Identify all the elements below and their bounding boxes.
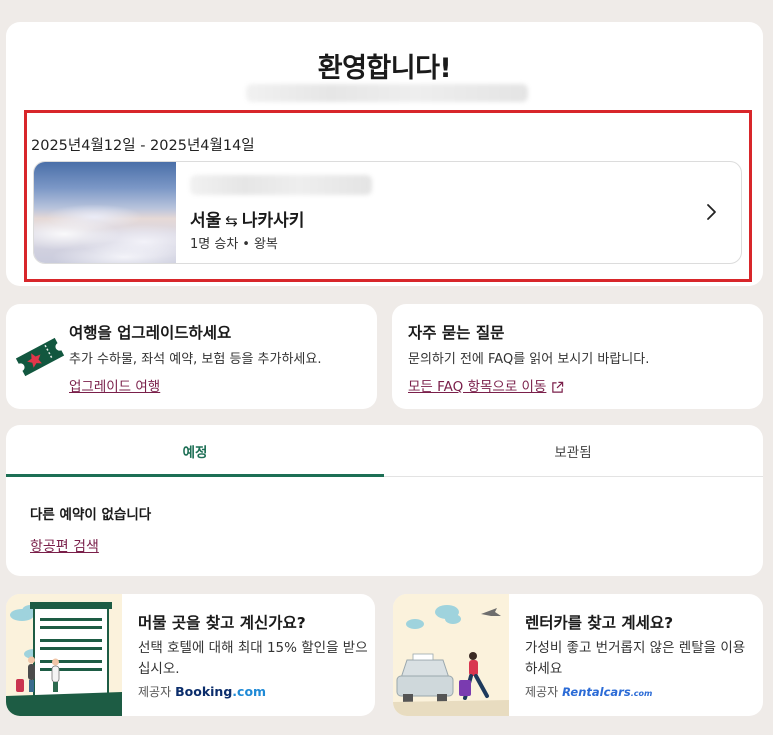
rental-promo-title: 렌터카를 찾고 계세요? (525, 614, 674, 632)
redacted-user-name (246, 84, 528, 102)
rental-promo-description: 가성비 좋고 번거롭지 않은 렌탈을 이용하세요 (525, 640, 746, 677)
trip-destination: 나카사키 (241, 211, 305, 231)
rentalcars-logo: Rentalcars.com (562, 685, 653, 699)
tab-upcoming[interactable]: 예정 (6, 425, 384, 477)
faq-link-wrapper[interactable]: 모든 FAQ 항목으로 이동 (408, 375, 564, 395)
trip-type: 왕복 (253, 237, 278, 252)
trip-cover-image (34, 162, 176, 263)
upgrade-title: 여행을 업그레이드하세요 (69, 324, 232, 342)
welcome-title: 환영합니다! (317, 53, 452, 84)
trip-dates: 2025년4월12일 - 2025년4월14일 (31, 138, 255, 154)
rental-promo-card[interactable]: 렌터카를 찾고 계세요? 가성비 좋고 번거롭지 않은 렌탈을 이용하세요 제공… (393, 594, 763, 716)
hotel-promo-description: 선택 호텔에 대해 최대 15% 할인을 받으십시오. (138, 640, 368, 677)
bookings-card: 예정 보관됨 다른 예약이 없습니다 항공편 검색 (6, 425, 763, 576)
faq-description: 문의하기 전에 FAQ를 읽어 보시기 바랍니다. (408, 352, 650, 367)
hotel-promo-title: 머물 곳을 찾고 계신가요? (138, 614, 306, 632)
external-link-icon (552, 381, 564, 393)
welcome-card: 환영합니다! 2025년4월12일 - 2025년4월14일 서울 ⇆ 나카사키 1… (6, 22, 763, 286)
trip-route: 서울 ⇆ 나카사키 (190, 206, 304, 231)
upgrade-description: 추가 수하물, 좌석 예약, 보험 등을 추가하세요. (69, 352, 322, 367)
round-trip-icon: ⇆ (225, 212, 238, 230)
upcoming-trip-section: 2025년4월12일 - 2025년4월14일 서울 ⇆ 나카사키 1명 승차 • 왕복 (24, 110, 752, 282)
rental-promo-provider: 제공자 Rentalcars.com (525, 683, 652, 700)
provider-label: 제공자 (138, 685, 172, 699)
trip-origin: 서울 (190, 211, 222, 231)
meta-separator: • (242, 237, 250, 252)
trip-card[interactable]: 서울 ⇆ 나카사키 1명 승차 • 왕복 (33, 161, 742, 264)
trip-meta: 1명 승차 • 왕복 (190, 233, 278, 252)
upgrade-card: 여행을 업그레이드하세요 추가 수하물, 좌석 예약, 보험 등을 추가하세요.… (6, 304, 377, 409)
empty-bookings-message: 다른 예약이 없습니다 (30, 507, 152, 523)
search-flights-link[interactable]: 항공편 검색 (30, 536, 99, 556)
ticket-icon (15, 337, 65, 377)
hotel-illustration (6, 594, 122, 716)
tab-archived[interactable]: 보관됨 (384, 425, 762, 477)
upgrade-trip-link[interactable]: 업그레이드 여행 (69, 375, 160, 395)
booking-logo: Booking.com (175, 684, 267, 699)
faq-card: 자주 묻는 질문 문의하기 전에 FAQ를 읽어 보시기 바랍니다. 모든 FA… (392, 304, 763, 409)
chevron-right-icon[interactable] (701, 202, 721, 222)
hotel-promo-provider: 제공자 Booking.com (138, 683, 266, 700)
redacted-booking-reference (190, 175, 372, 195)
all-faq-link[interactable]: 모든 FAQ 항목으로 이동 (408, 379, 546, 395)
faq-title: 자주 묻는 질문 (408, 324, 505, 342)
provider-label: 제공자 (525, 685, 559, 699)
rental-car-illustration (393, 594, 509, 716)
trip-passengers: 1명 승차 (190, 237, 239, 252)
active-tab-indicator (6, 474, 384, 477)
hotel-promo-card[interactable]: 머물 곳을 찾고 계신가요? 선택 호텔에 대해 최대 15% 할인을 받으십시… (6, 594, 375, 716)
